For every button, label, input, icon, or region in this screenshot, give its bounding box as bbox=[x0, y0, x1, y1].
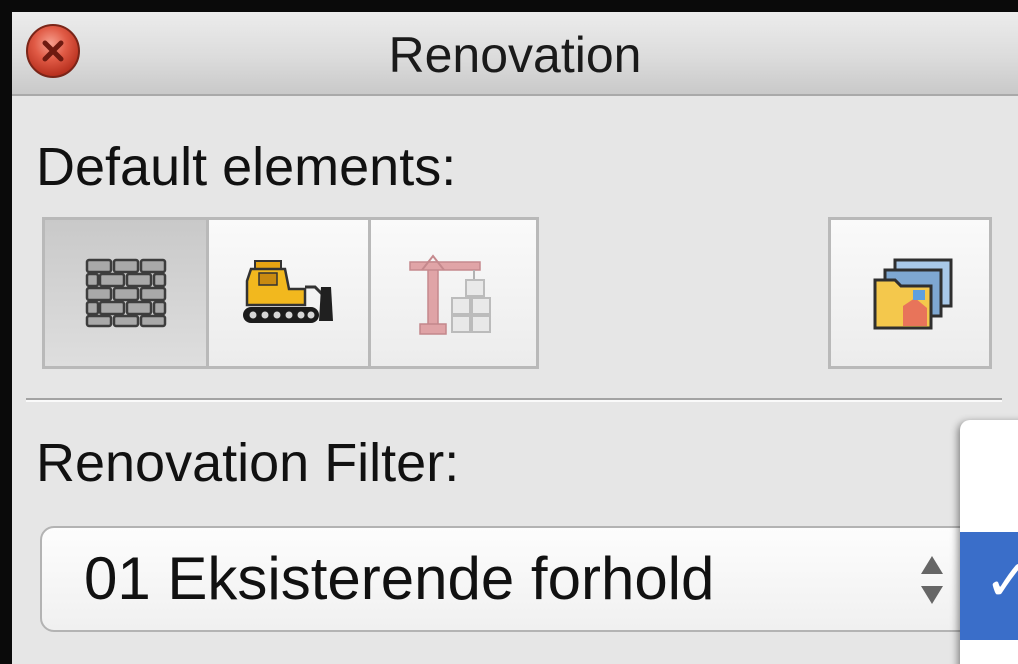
renovation-filter-select[interactable]: 01 Eksisterende forhold bbox=[40, 526, 1008, 632]
existing-elements-button[interactable] bbox=[42, 217, 209, 369]
window-title: Renovation bbox=[388, 27, 642, 83]
crane-icon bbox=[408, 254, 491, 335]
demolished-elements-button[interactable] bbox=[206, 217, 371, 369]
updown-arrows-icon bbox=[921, 556, 943, 604]
popup-selected-item[interactable]: ✓ bbox=[960, 532, 1018, 640]
renovation-palette-window: Renovation Default elements: Renovation … bbox=[12, 12, 1018, 664]
section-separator bbox=[26, 398, 1002, 402]
layers-folders-icon bbox=[873, 258, 953, 330]
brick-wall-icon bbox=[85, 258, 166, 328]
bulldozer-icon bbox=[242, 260, 333, 323]
filter-options-popup: ✓ bbox=[960, 420, 1018, 664]
renovation-filter-label: Renovation Filter: bbox=[36, 433, 460, 493]
default-elements-label: Default elements: bbox=[36, 137, 457, 197]
title-bar[interactable]: Renovation bbox=[12, 12, 1018, 96]
renovation-filter-value: 01 Eksisterende forhold bbox=[84, 545, 715, 612]
new-elements-button[interactable] bbox=[368, 217, 539, 369]
checkmark-icon: ✓ bbox=[984, 546, 1018, 614]
renovation-palette-button[interactable] bbox=[828, 217, 992, 369]
